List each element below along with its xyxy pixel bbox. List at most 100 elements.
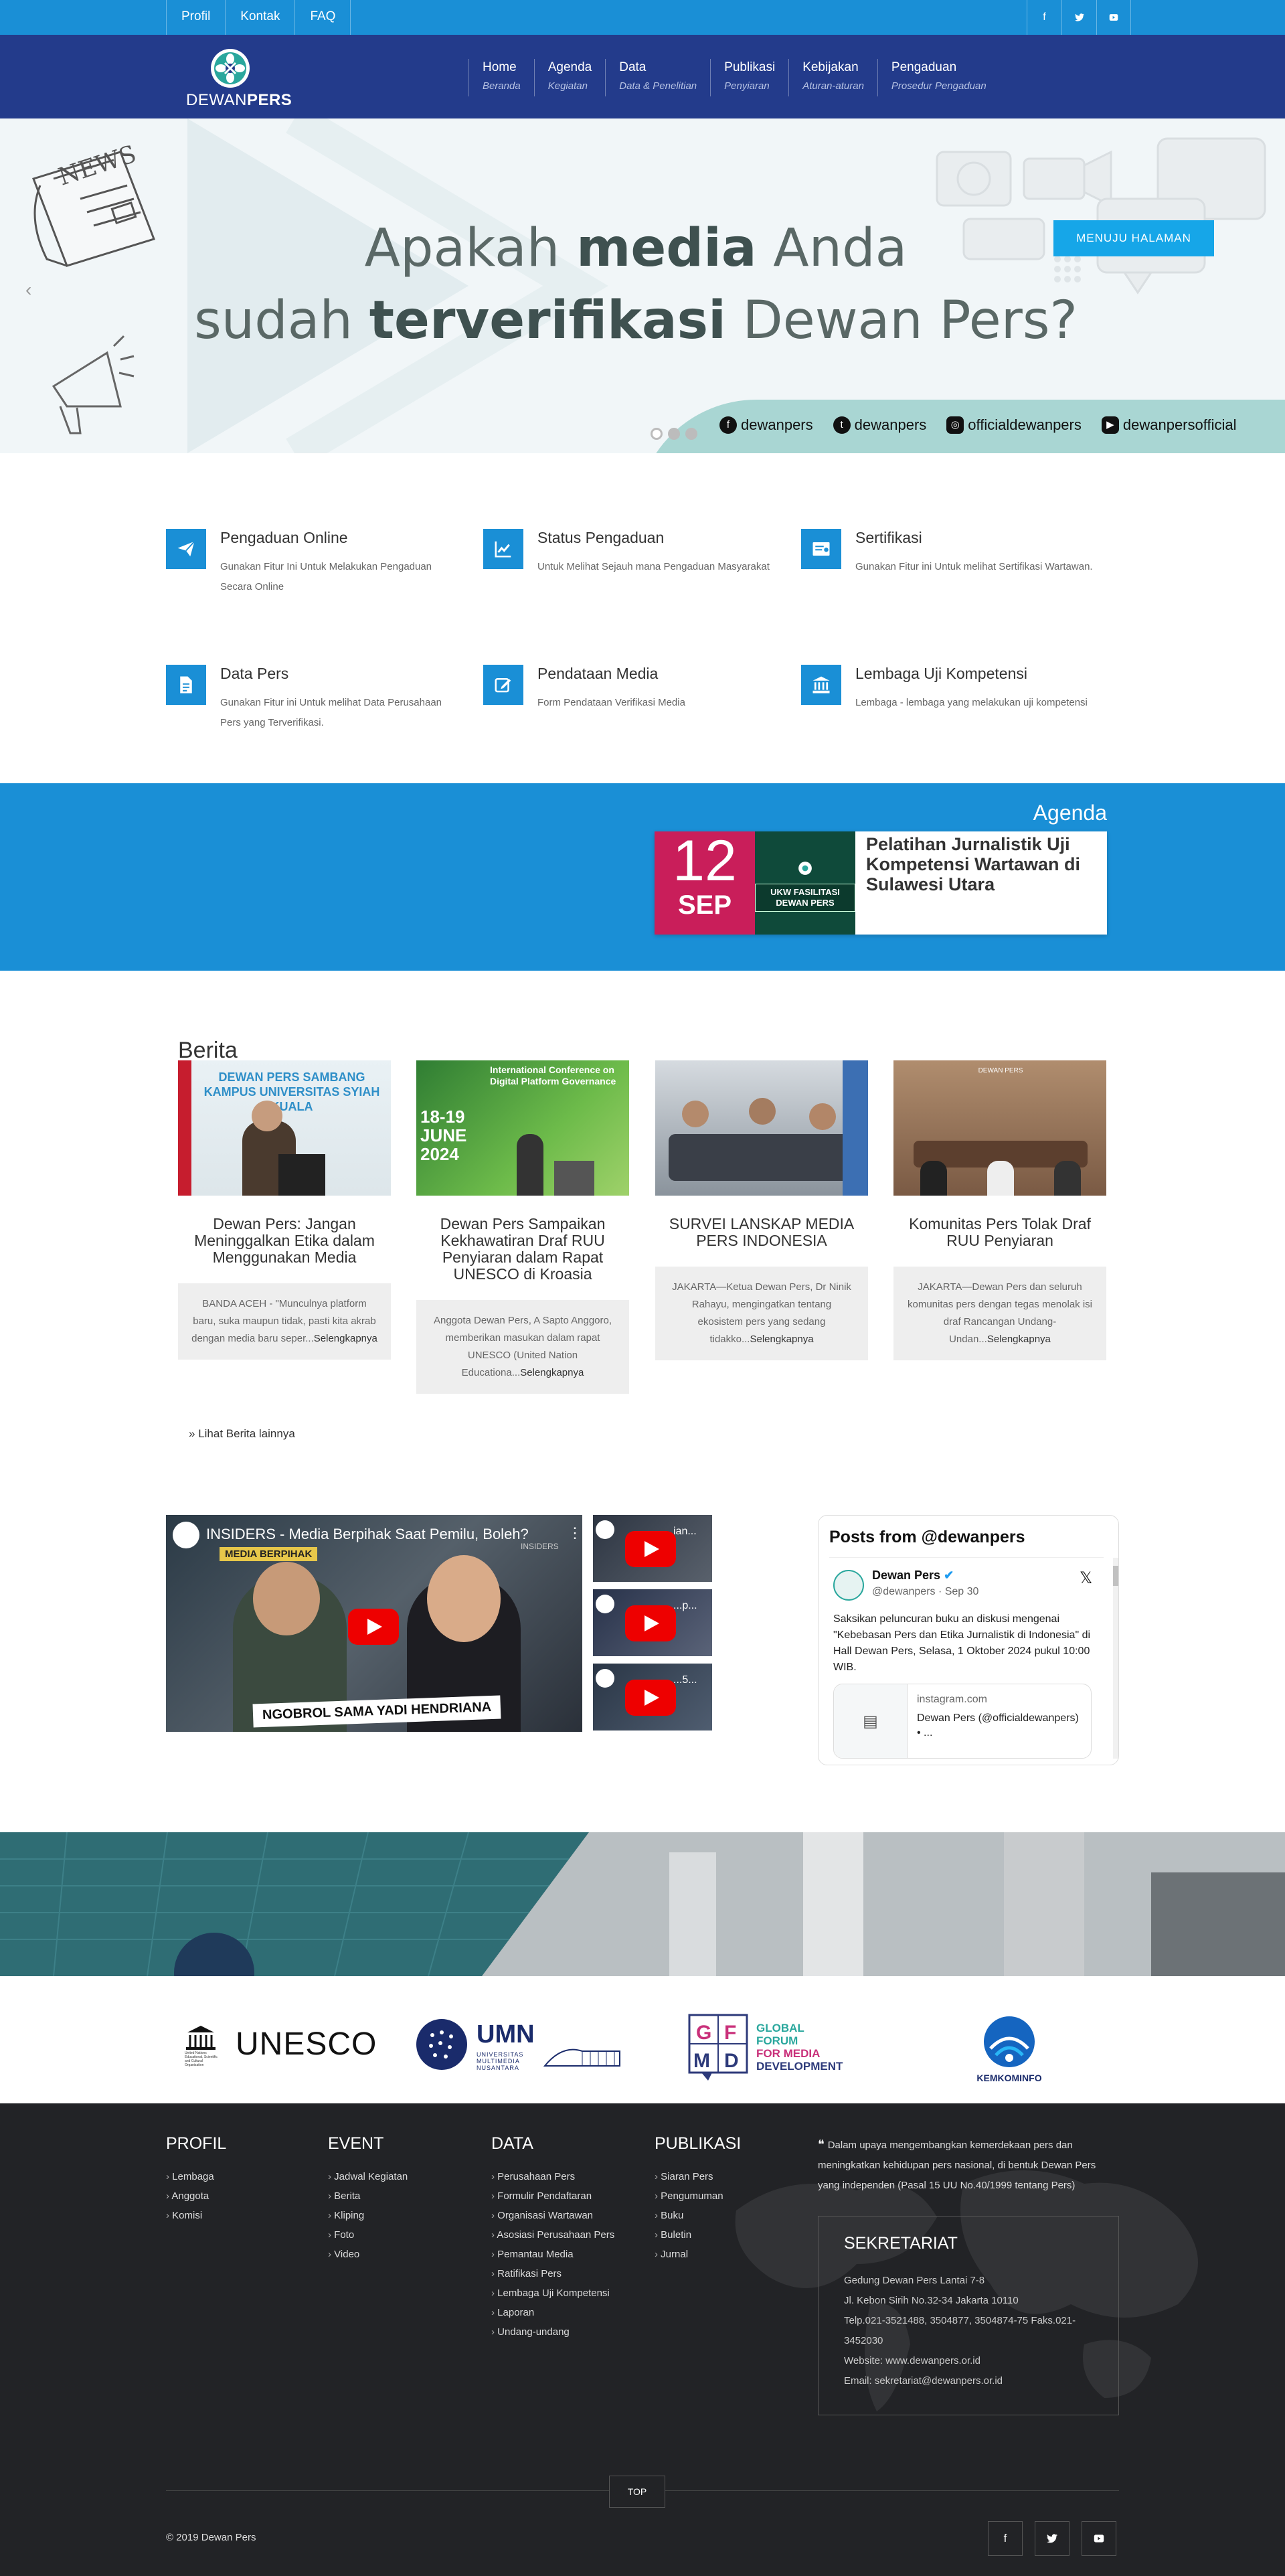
read-more-link[interactable]: Selengkapnya	[750, 1334, 813, 1345]
sekretariat-line: Website: www.dewanpers.or.id	[844, 2355, 980, 2366]
more-news-link[interactable]: » Lihat Berita lainnya	[189, 1427, 295, 1441]
nav-title: Pengaduan	[891, 60, 957, 74]
news-image: DEWAN PERS SAMBANG KAMPUS UNIVERSITAS SY…	[178, 1060, 391, 1196]
partner-gfmd-logo[interactable]: G F M D GLOBAL FORUM FOR MEDIA DEVELOPMENT	[688, 2014, 855, 2083]
tweet-link-card[interactable]: ▤ instagram.com Dewan Pers (@officialdew…	[833, 1684, 1092, 1759]
slider-dot[interactable]	[651, 428, 663, 440]
nav-item-data[interactable]: Data Data & Penelitian	[605, 59, 710, 96]
play-button-icon[interactable]	[625, 1605, 676, 1641]
footer-link[interactable]: Asosiasi Perusahaan Pers	[497, 2229, 614, 2241]
footer-link[interactable]: Anggota	[171, 2190, 209, 2202]
footer-link[interactable]: Jadwal Kegiatan	[334, 2171, 408, 2182]
slider-dot[interactable]	[685, 428, 697, 440]
agenda-month: SEP	[677, 890, 732, 920]
footer-link[interactable]: Berita	[334, 2190, 360, 2202]
footer-link[interactable]: Video	[334, 2249, 359, 2260]
site-logo[interactable]: DEWANPERS	[186, 48, 292, 109]
hero-slider: NEWS ‹ Apakah media Anda sudah terverifik…	[0, 118, 1285, 453]
twitter-icon[interactable]	[1061, 0, 1096, 35]
top-link-kontak[interactable]: Kontak	[225, 0, 294, 35]
institution-icon	[801, 665, 841, 705]
read-more-link[interactable]: Selengkapnya	[987, 1334, 1051, 1345]
read-more-link[interactable]: Selengkapnya	[314, 1333, 377, 1344]
news-date-text: 18-19 JUNE 2024	[420, 1107, 467, 1164]
footer-col-event: EVENT Jadwal Kegiatan Berita Kliping Fot…	[328, 2134, 408, 2264]
video-thumb-title: ian...	[673, 1526, 697, 1537]
video-thumbnail[interactable]: ...5...	[593, 1664, 712, 1730]
top-link-profil[interactable]: Profil	[166, 0, 225, 35]
nav-item-home[interactable]: Home Beranda	[468, 59, 534, 96]
more-vertical-icon[interactable]: ⋮	[568, 1524, 582, 1542]
footer-link[interactable]: Pemantau Media	[497, 2249, 573, 2260]
nav-item-pengaduan[interactable]: Pengaduan Prosedur Pengaduan	[877, 59, 1000, 96]
youtube-player[interactable]: INSIDERS - Media Berpihak Saat Pemilu, B…	[166, 1515, 582, 1732]
facebook-icon[interactable]: f	[988, 2521, 1023, 2556]
news-excerpt: BANDA ACEH - "Munculnya platform baru, s…	[178, 1283, 391, 1360]
footer-link[interactable]: Perusahaan Pers	[497, 2171, 575, 2182]
footer-link[interactable]: Undang-undang	[497, 2326, 570, 2338]
nav-subtitle: Beranda	[483, 80, 521, 92]
nav-title: Kebijakan	[802, 60, 859, 74]
nav-item-publikasi[interactable]: Publikasi Penyiaran	[710, 59, 788, 96]
slider-dot[interactable]	[668, 428, 680, 440]
top-links: Profil Kontak FAQ	[166, 0, 351, 35]
nav-item-kebijakan[interactable]: Kebijakan Aturan-aturan	[788, 59, 877, 96]
twitter-icon[interactable]	[1035, 2521, 1069, 2556]
back-to-top-button[interactable]: TOP	[609, 2476, 665, 2508]
feature-desc: Form Pendataan Verifikasi Media	[537, 697, 685, 708]
top-link-faq[interactable]: FAQ	[294, 0, 351, 35]
channel-avatar	[173, 1522, 199, 1548]
sekretariat-line: Telp.021-3521488, 3504877, 3504874-75 Fa…	[844, 2315, 1076, 2346]
tweet-avatar[interactable]	[833, 1570, 864, 1601]
footer-link[interactable]: Buku	[661, 2210, 683, 2221]
gfmd-line: FOR MEDIA	[756, 2047, 821, 2060]
youtube-icon[interactable]	[1082, 2521, 1116, 2556]
footer-link[interactable]: Pengumuman	[661, 2190, 723, 2202]
footer-link[interactable]: Lembaga	[172, 2171, 214, 2182]
unesco-wordmark: UNESCO	[236, 2026, 377, 2062]
footer-link[interactable]: Laporan	[497, 2307, 534, 2318]
agenda-card[interactable]: 12 SEP UKW FASILITASI DEWAN PERS Pelatih…	[655, 829, 1107, 935]
more-news-label: Lihat Berita lainnya	[198, 1427, 295, 1440]
sekretariat-line: Jl. Kebon Sirih No.32-34 Jakarta 10110	[844, 2295, 1019, 2306]
play-button-icon[interactable]	[348, 1609, 399, 1645]
tweet-author[interactable]: Dewan Pers ✔	[872, 1568, 954, 1583]
nav-title: Publikasi	[724, 60, 776, 74]
news-card[interactable]: International Conference on Digital Plat…	[416, 1060, 629, 1394]
footer-link[interactable]: Lembaga Uji Kompetensi	[497, 2287, 610, 2299]
twitter-timeline[interactable]: Posts from @dewanpers Dewan Pers ✔ @dewa…	[818, 1515, 1119, 1765]
footer-link[interactable]: Formulir Pendaftaran	[497, 2190, 592, 2202]
footer-col-title: PROFIL	[166, 2134, 227, 2153]
footer-link[interactable]: Foto	[334, 2229, 354, 2241]
footer-link[interactable]: Siaran Pers	[661, 2171, 713, 2182]
nav-subtitle: Kegiatan	[547, 80, 588, 92]
partner-unesco-logo[interactable]: United Nations Educational, Scientific a…	[181, 2020, 381, 2067]
footer-link[interactable]: Jurnal	[661, 2249, 688, 2260]
x-logo-icon[interactable]: 𝕏	[1080, 1568, 1092, 1588]
facebook-icon[interactable]: f	[1027, 0, 1061, 35]
play-button-icon[interactable]	[625, 1680, 676, 1716]
footer-link[interactable]: Buletin	[661, 2229, 691, 2241]
footer-link[interactable]: Organisasi Wartawan	[497, 2210, 593, 2221]
scrollbar[interactable]	[1113, 1558, 1118, 1759]
slider-dots	[651, 428, 697, 440]
gfmd-text: GLOBAL FORUM FOR MEDIA DEVELOPMENT	[756, 2022, 843, 2073]
play-button-icon[interactable]	[625, 1531, 676, 1567]
news-card[interactable]: DEWAN PERS Komunitas Pers Tolak Draf RUU…	[893, 1060, 1106, 1360]
nav-item-agenda[interactable]: Agenda Kegiatan	[533, 59, 606, 96]
video-thumbnail[interactable]: ...p...	[593, 1589, 712, 1656]
read-more-link[interactable]: Selengkapnya	[520, 1367, 584, 1378]
footer-link[interactable]: Komisi	[172, 2210, 202, 2221]
footer-link[interactable]: Ratifikasi Pers	[497, 2268, 562, 2279]
tweet-card[interactable]: Dewan Pers ✔ @dewanpers · Sep 30 𝕏 Saksi…	[829, 1557, 1118, 1759]
youtube-icon[interactable]	[1096, 0, 1131, 35]
footer-link[interactable]: Kliping	[334, 2210, 364, 2221]
partner-kominfo-logo[interactable]: KEMKOMINFO	[970, 2015, 1048, 2089]
hero-social-row: f dewanpers t dewanpers ◎ officialdewanpers…	[719, 416, 1236, 434]
partner-umn-logo[interactable]: UMN UNIVERSITAS MULTIMEDIA NUSANTARA	[415, 2018, 629, 2071]
news-card[interactable]: SURVEI LANSKAP MEDIA PERS INDONESIA JAKA…	[655, 1060, 868, 1360]
video-thumbnail[interactable]: ian...	[593, 1515, 712, 1582]
news-card[interactable]: DEWAN PERS SAMBANG KAMPUS UNIVERSITAS SY…	[178, 1060, 391, 1360]
hero-cta-button[interactable]: MENUJU HALAMAN	[1053, 220, 1214, 256]
hero-social-facebook: f dewanpers	[719, 416, 813, 434]
